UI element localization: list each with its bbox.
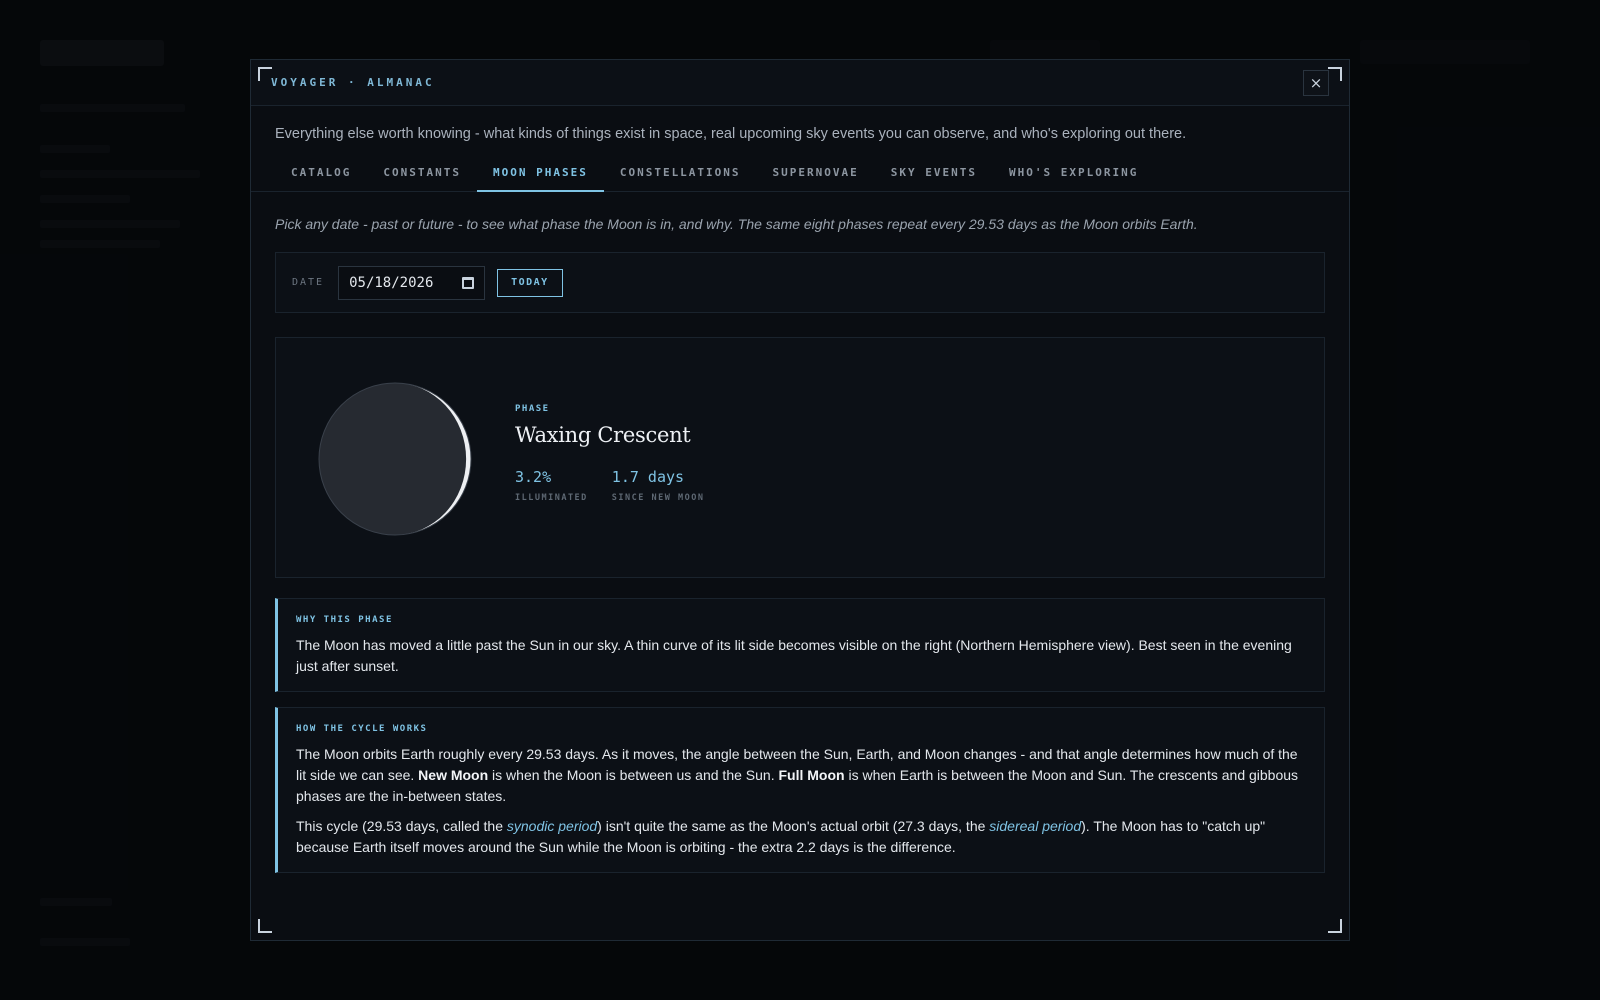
age-stat: 1.7 days SINCE NEW MOON	[612, 468, 705, 503]
new-moon-term: New Moon	[418, 767, 489, 783]
cycle-text: is when the Moon is between us and the S…	[488, 767, 779, 783]
full-moon-term: Full Moon	[778, 767, 845, 783]
cycle-text: This cycle (29.53 days, called the	[296, 818, 507, 834]
corner-bracket	[258, 919, 272, 933]
phase-stats: 3.2% ILLUMINATED 1.7 days SINCE NEW MOON	[515, 468, 728, 503]
almanac-modal: VOYAGER · ALMANAC × Everything else wort…	[250, 59, 1350, 941]
corner-bracket	[1328, 919, 1342, 933]
date-label: DATE	[292, 277, 325, 288]
cycle-text: ) isn't quite the same as the Moon's act…	[597, 818, 990, 834]
today-button[interactable]: TODAY	[497, 268, 563, 297]
tab-catalog[interactable]: CATALOG	[275, 162, 367, 192]
tab-constellations[interactable]: CONSTELLATIONS	[604, 162, 757, 192]
calendar-icon[interactable]	[462, 276, 475, 289]
tab-constants[interactable]: CONSTANTS	[367, 162, 477, 192]
date-input[interactable]: 05/18/2026	[338, 265, 486, 300]
corner-bracket	[1328, 67, 1342, 81]
moon-icon	[318, 382, 472, 536]
close-icon: ×	[1309, 73, 1323, 92]
modal-title: VOYAGER · ALMANAC	[271, 76, 435, 89]
moon-phases-description: Pick any date - past or future - to see …	[275, 216, 1198, 232]
illuminated-value: 3.2%	[515, 468, 552, 486]
modal-header: VOYAGER · ALMANAC ×	[251, 60, 1349, 106]
tab-who-s-exploring[interactable]: WHO'S EXPLORING	[993, 162, 1154, 192]
age-label: SINCE NEW MOON	[611, 493, 705, 503]
phase-name: Waxing Crescent	[515, 423, 691, 447]
date-picker-row: DATE 05/18/2026 TODAY	[275, 252, 1325, 313]
cycle-title: HOW THE CYCLE WORKS	[296, 724, 428, 734]
synodic-period-term: synodic period	[506, 818, 598, 834]
date-value: 05/18/2026	[349, 274, 434, 291]
tab-sky-events[interactable]: SKY EVENTS	[875, 162, 993, 192]
phase-card: PHASE Waxing Crescent 3.2% ILLUMINATED 1…	[275, 337, 1325, 578]
age-value: 1.7 days	[611, 468, 685, 486]
why-text: The Moon has moved a little past the Sun…	[296, 637, 1292, 674]
corner-bracket	[258, 67, 272, 81]
cycle-paragraph-2: This cycle (29.53 days, called the synod…	[296, 816, 1306, 858]
tab-supernovae[interactable]: SUPERNOVAE	[757, 162, 875, 192]
moon-illustration	[317, 381, 473, 537]
tab-moon-phases[interactable]: MOON PHASES	[476, 162, 604, 192]
why-this-phase-card: WHY THIS PHASE The Moon has moved a litt…	[275, 598, 1325, 692]
tab-bar: CATALOG CONSTANTS MOON PHASES CONSTELLATION…	[251, 162, 1349, 192]
close-button[interactable]: ×	[1303, 69, 1329, 96]
why-title: WHY THIS PHASE	[296, 615, 393, 625]
cycle-paragraph-1: The Moon orbits Earth roughly every 29.5…	[296, 744, 1306, 807]
sidereal-period-term: sidereal period	[989, 818, 1082, 834]
illuminated-stat: 3.2% ILLUMINATED	[515, 468, 588, 503]
cycle-card: HOW THE CYCLE WORKS The Moon orbits Eart…	[275, 707, 1325, 873]
phase-info: PHASE Waxing Crescent 3.2% ILLUMINATED 1…	[515, 404, 728, 503]
modal-intro: Everything else worth knowing - what kin…	[275, 126, 1187, 142]
illuminated-label: ILLUMINATED	[515, 493, 588, 503]
phase-label: PHASE	[515, 404, 550, 414]
